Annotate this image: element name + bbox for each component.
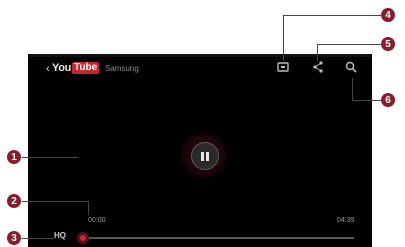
leader-line-3	[22, 238, 54, 239]
seek-bar[interactable]	[84, 237, 354, 239]
leader-line-1	[22, 157, 78, 158]
share-icon[interactable]	[310, 59, 326, 75]
leader-line-2	[22, 201, 88, 202]
leader-line-4-v	[283, 15, 284, 61]
callout-3: 3	[7, 231, 21, 245]
youtube-logo[interactable]: You Tube	[52, 61, 100, 75]
player-top-bar: ‹ You Tube Samsung	[28, 57, 372, 87]
leader-line-6	[352, 100, 381, 101]
callout-6: 6	[381, 93, 395, 107]
screen-mirror-icon[interactable]	[275, 59, 291, 75]
callout-1: 1	[7, 150, 21, 164]
logo-you-text: You	[52, 62, 72, 74]
leader-line-6-v	[352, 78, 353, 100]
pause-bar-left	[201, 152, 204, 161]
seek-thumb-core	[80, 235, 86, 241]
callout-5: 5	[381, 37, 395, 51]
pause-bar-right	[206, 152, 209, 161]
callout-4: 4	[381, 8, 395, 22]
leader-line-4	[283, 15, 381, 16]
back-icon[interactable]: ‹	[46, 63, 50, 75]
leader-line-5	[317, 44, 381, 45]
account-name: Samsung	[105, 64, 139, 73]
callout-2: 2	[7, 194, 21, 208]
leader-line-2-v	[88, 201, 89, 215]
logo-tube-text: Tube	[72, 62, 100, 74]
quality-toggle[interactable]: HQ	[54, 231, 66, 240]
seek-thumb[interactable]	[77, 232, 89, 244]
search-icon[interactable]	[343, 59, 359, 75]
total-time: 04:39	[337, 217, 355, 224]
pause-button[interactable]	[179, 130, 229, 180]
pause-icon	[191, 142, 219, 170]
current-time: 00:00	[88, 217, 106, 224]
leader-line-5-v	[317, 44, 318, 61]
